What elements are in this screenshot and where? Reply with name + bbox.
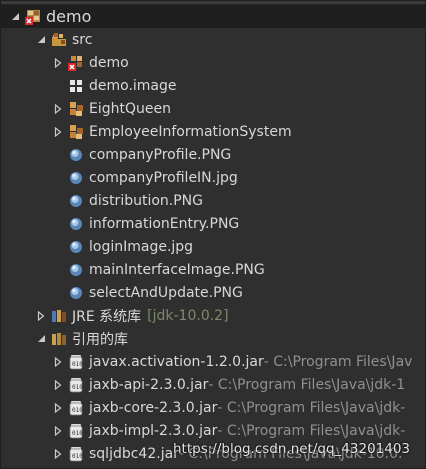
tree-item-package-demo[interactable]: demo	[1, 51, 425, 74]
collapsed-arrow-icon[interactable]	[52, 124, 64, 140]
libs-label: 引用的库	[72, 331, 128, 348]
tree-item-referenced-libraries[interactable]: 引用的库	[1, 327, 425, 350]
empty-twisty	[52, 285, 64, 301]
collapsed-arrow-icon[interactable]	[52, 377, 64, 393]
jre-label: JRE 系统库	[72, 308, 142, 325]
svg-text:010: 010	[72, 453, 83, 460]
tree-item-file[interactable]: informationEntry.PNG	[1, 212, 425, 235]
expanded-arrow-icon[interactable]	[9, 9, 21, 25]
file-label: distribution.PNG	[89, 192, 203, 209]
package-icon	[68, 124, 84, 140]
jar-name: jaxb-impl-2.3.0.jar	[89, 422, 218, 439]
image-file-icon	[68, 216, 84, 232]
file-label: companyProfile.PNG	[89, 146, 232, 163]
jre-version-decoration: [jdk-10.0.2]	[147, 307, 229, 324]
svg-text:010: 010	[72, 384, 83, 391]
file-label: loginImage.jpg	[89, 238, 194, 255]
tree-item-jre-library[interactable]: JRE 系统库 [jdk-10.0.2]	[1, 304, 425, 327]
jar-icon: 010	[68, 423, 84, 439]
tree-item-project-demo[interactable]: demo	[1, 5, 425, 28]
tree-item-jar[interactable]: 010 javax.activation-1.2.0.jar - C:\Prog…	[1, 350, 425, 373]
image-file-icon	[68, 147, 84, 163]
tree-item-src[interactable]: src	[1, 28, 425, 51]
file-label: selectAndUpdate.PNG	[89, 284, 243, 301]
image-file-icon	[68, 262, 84, 278]
empty-twisty	[52, 193, 64, 209]
tree-item-file[interactable]: mainInterfaceImage.PNG	[1, 258, 425, 281]
jar-icon: 010	[68, 377, 84, 393]
jar-name: jaxb-api-2.3.0.jar	[89, 376, 209, 393]
image-file-icon	[68, 193, 84, 209]
expanded-arrow-icon[interactable]	[35, 32, 47, 48]
jar-path-decoration: - C:\Program Files\Java\jdk-	[217, 399, 406, 416]
jar-path-decoration: - C:\Program Files\Java\jdk-1	[208, 376, 406, 393]
tree-item-file[interactable]: companyProfileIN.jpg	[1, 166, 425, 189]
package-icon	[68, 101, 84, 117]
tree-item-file[interactable]: companyProfile.PNG	[1, 143, 425, 166]
jar-icon: 010	[68, 354, 84, 370]
empty-twisty	[52, 216, 64, 232]
empty-twisty	[52, 262, 64, 278]
tree-item-file[interactable]: loginImage.jpg	[1, 235, 425, 258]
package-label: EightQueen	[89, 100, 171, 117]
tree-item-package-employee[interactable]: EmployeeInformationSystem	[1, 120, 425, 143]
tree-item-jar[interactable]: 010 jaxb-impl-2.3.0.jar - C:\Program Fil…	[1, 419, 425, 442]
project-label: demo	[46, 7, 92, 26]
package-explorer-tree: demo src demo demo.image EightQueen Empl…	[0, 0, 426, 469]
tree-item-file[interactable]: selectAndUpdate.PNG	[1, 281, 425, 304]
empty-package-icon	[68, 78, 84, 94]
package-label: demo	[89, 54, 129, 71]
library-books-icon	[51, 331, 67, 347]
tree-item-file[interactable]: distribution.PNG	[1, 189, 425, 212]
collapsed-arrow-icon[interactable]	[52, 101, 64, 117]
file-label: companyProfileIN.jpg	[89, 169, 238, 186]
collapsed-arrow-icon[interactable]	[52, 55, 64, 71]
collapsed-arrow-icon[interactable]	[52, 400, 64, 416]
svg-text:010: 010	[72, 430, 83, 437]
tree-item-package-demo-image[interactable]: demo.image	[1, 74, 425, 97]
jar-path-decoration: - C:\Program Files\Java\jdk-	[217, 422, 406, 439]
image-file-icon	[68, 170, 84, 186]
empty-twisty	[52, 78, 64, 94]
src-label: src	[72, 31, 93, 48]
image-file-icon	[68, 239, 84, 255]
source-folder-icon	[51, 32, 67, 48]
collapsed-arrow-icon[interactable]	[52, 354, 64, 370]
svg-text:010: 010	[72, 361, 83, 368]
tree-item-jar[interactable]: 010 jaxb-api-2.3.0.jar - C:\Program File…	[1, 373, 425, 396]
jar-name: javax.activation-1.2.0.jar	[89, 353, 264, 370]
jar-icon: 010	[68, 400, 84, 416]
empty-twisty	[52, 147, 64, 163]
image-file-icon	[68, 285, 84, 301]
package-error-icon	[68, 55, 84, 71]
library-books-icon	[51, 308, 67, 324]
file-label: mainInterfaceImage.PNG	[89, 261, 265, 278]
jar-icon: 010	[68, 446, 84, 462]
watermark-text: https://blog.csdn.net/qq_43201403	[173, 441, 411, 457]
collapsed-arrow-icon[interactable]	[52, 423, 64, 439]
file-label: informationEntry.PNG	[89, 215, 240, 232]
jar-path-decoration: - C:\Program Files\Jav	[263, 353, 413, 370]
package-label: demo.image	[89, 77, 177, 94]
expanded-arrow-icon[interactable]	[35, 331, 47, 347]
tree-item-package-eightqueen[interactable]: EightQueen	[1, 97, 425, 120]
jar-name: jaxb-core-2.3.0.jar	[89, 399, 218, 416]
jar-name: sqljdbc42.jar	[89, 445, 179, 462]
package-label: EmployeeInformationSystem	[89, 123, 292, 140]
empty-twisty	[52, 239, 64, 255]
svg-text:010: 010	[72, 407, 83, 414]
collapsed-arrow-icon[interactable]	[35, 308, 47, 324]
empty-twisty	[52, 170, 64, 186]
tree-item-jar[interactable]: 010 jaxb-core-2.3.0.jar - C:\Program Fil…	[1, 396, 425, 419]
java-project-error-icon	[25, 9, 41, 25]
collapsed-arrow-icon[interactable]	[52, 446, 64, 462]
